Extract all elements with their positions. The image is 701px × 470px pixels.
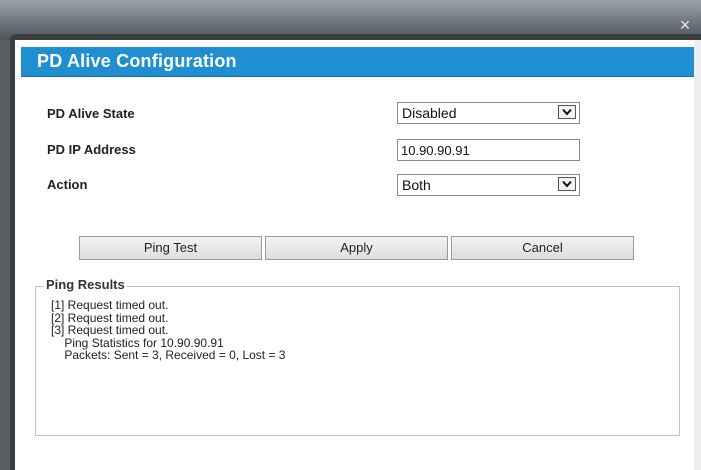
chevron-down-icon[interactable] [558,177,576,191]
chevron-down-icon[interactable] [558,105,576,119]
close-icon[interactable]: × [680,15,691,35]
ping-result-line: Packets: Sent = 3, Received = 0, Lost = … [51,348,286,363]
action-label: Action [47,177,88,192]
action-select[interactable]: Both [397,174,580,196]
close-button[interactable]: × [674,14,696,36]
backdrop-side [0,40,10,470]
action-value: Both [402,177,431,193]
ping-result-line: [3] Request timed out. [51,323,169,338]
ping-result-line: [1] Request timed out. [51,298,169,312]
ping-results-output: [1] Request timed out. [2] Request timed… [51,299,285,362]
ip-address-label: PD IP Address [47,142,136,157]
dialog-header: PD Alive Configuration [21,47,694,77]
cancel-button[interactable]: Cancel [451,236,634,260]
dialog-right-edge [694,40,701,470]
dialog-title: PD Alive Configuration [37,51,237,71]
ping-test-button[interactable]: Ping Test [79,236,262,260]
alive-state-value: Disabled [402,105,457,121]
apply-button[interactable]: Apply [265,236,448,260]
alive-state-label: PD Alive State [47,106,135,121]
ip-address-input[interactable] [397,139,580,161]
ping-results-legend: Ping Results [44,277,127,292]
alive-state-select[interactable]: Disabled [397,102,580,124]
